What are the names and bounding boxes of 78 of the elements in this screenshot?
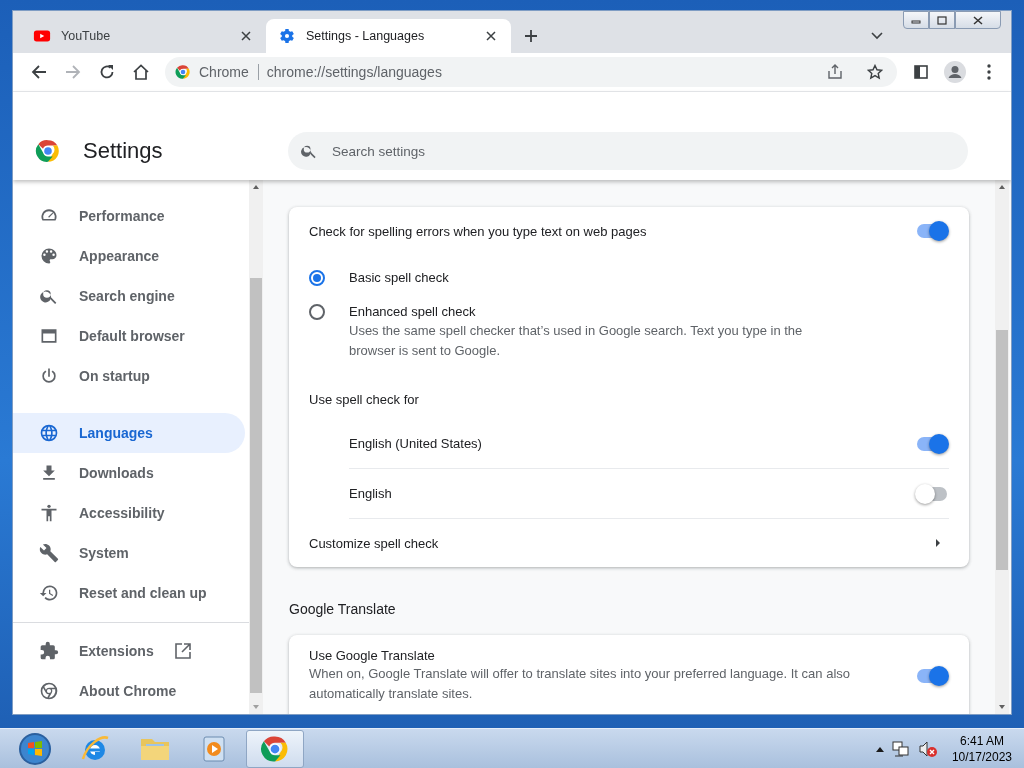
toggle-switch[interactable] xyxy=(915,221,949,241)
browser-tab[interactable]: Settings - Languages xyxy=(266,19,511,53)
home-icon xyxy=(132,63,150,81)
address-bar[interactable]: Chrome chrome://settings/languages xyxy=(165,57,897,87)
palette-icon xyxy=(39,246,59,266)
url-text: chrome://settings/languages xyxy=(266,64,443,80)
maximize-icon xyxy=(937,15,947,25)
close-icon xyxy=(241,31,251,41)
sidebar-item[interactable]: On startup xyxy=(13,356,245,396)
star-icon xyxy=(867,64,883,80)
browser-tab[interactable]: YouTube xyxy=(21,19,266,53)
sidebar-item[interactable]: About Chrome xyxy=(13,671,245,711)
power-icon xyxy=(39,366,59,386)
sidebar-item[interactable]: Reset and clean up xyxy=(13,573,245,613)
muted-speaker-icon[interactable] xyxy=(917,739,938,758)
setting-description: When on, Google Translate will offer to translate sites into your preferred language. It can also automatically translate sites. xyxy=(309,665,851,703)
option-label: Enhanced spell check xyxy=(349,304,477,319)
option-label: Basic spell check xyxy=(349,270,449,285)
chrome-logo-icon xyxy=(260,733,290,764)
reload-icon xyxy=(99,64,115,80)
section-heading: Google Translate xyxy=(289,601,397,617)
menu-icon xyxy=(987,64,991,80)
sidebar-item[interactable]: Search engine xyxy=(13,276,245,316)
page-scrollbar[interactable] xyxy=(995,180,1009,714)
browser-window-icon xyxy=(39,326,59,346)
option-description: Uses the same spell checker that’s used in Google search. Text you type in the browser is sent to Google. xyxy=(349,322,804,360)
show-hidden-icons-icon[interactable] xyxy=(875,745,884,752)
sidebar-scrollbar[interactable] xyxy=(249,180,263,714)
clock[interactable]: 6:41 AM 10/17/2023 xyxy=(951,732,1012,765)
setting-label: Check for spelling errors when you type text on web pages xyxy=(309,223,648,239)
search-field[interactable]: Search settings xyxy=(288,132,968,170)
taskbar-app[interactable] xyxy=(246,729,304,768)
customize-spell-check-link[interactable]: Customize spell check xyxy=(309,519,949,567)
chrome-logo-icon xyxy=(35,138,61,164)
close-icon xyxy=(486,31,496,41)
share-icon xyxy=(827,64,843,80)
chrome-logo-icon xyxy=(39,681,59,701)
close-icon xyxy=(973,15,983,25)
toggle-switch[interactable] xyxy=(915,666,949,686)
section-label: Use spell check for xyxy=(309,391,419,407)
close-window-button[interactable] xyxy=(955,11,1001,29)
sidebar-item[interactable]: Accessibility xyxy=(13,493,245,533)
sidebar-item[interactable]: Languages xyxy=(13,413,245,453)
tab-title: Settings - Languages xyxy=(306,29,426,43)
tab-title: YouTube xyxy=(61,29,112,43)
forward-arrow-icon xyxy=(65,64,81,80)
wrench-icon xyxy=(39,543,59,563)
radio-button[interactable] xyxy=(309,304,325,320)
person-icon xyxy=(944,61,966,83)
puzzle-icon xyxy=(39,641,59,661)
sidebar-item[interactable]: Performance xyxy=(13,196,245,236)
network-icon[interactable] xyxy=(891,739,910,758)
plus-icon xyxy=(524,29,538,43)
sidebar-item[interactable]: Default browser xyxy=(13,316,245,356)
site-info-icon xyxy=(175,64,191,80)
language-name: English (United States) xyxy=(349,436,483,451)
chrome-chip: Chrome xyxy=(199,64,259,80)
toggle-switch[interactable] xyxy=(915,433,949,454)
toggle-switch[interactable] xyxy=(915,483,949,504)
setting-label: Use Google Translate xyxy=(309,648,436,663)
sidebar-item[interactable]: System xyxy=(13,533,245,573)
page-title: Settings xyxy=(83,138,163,164)
chevron-down-icon xyxy=(871,32,883,40)
sidebar-item[interactable]: Appearance xyxy=(13,236,245,276)
caret-right-icon xyxy=(935,539,941,547)
sidebar-item[interactable]: Downloads xyxy=(13,453,245,493)
minimize-button[interactable] xyxy=(903,11,929,29)
gear-icon xyxy=(278,27,296,45)
back-arrow-icon xyxy=(31,64,47,80)
radio-button[interactable] xyxy=(309,270,325,286)
clock-history-icon xyxy=(39,583,59,603)
windows-logo-icon xyxy=(18,731,52,766)
sidebar-item[interactable]: Extensions xyxy=(13,631,245,671)
maximize-button[interactable] xyxy=(929,11,955,29)
accessibility-icon xyxy=(39,503,59,523)
globe-icon xyxy=(39,423,59,443)
language-name: English xyxy=(349,486,393,501)
side-panel-icon xyxy=(913,64,929,80)
